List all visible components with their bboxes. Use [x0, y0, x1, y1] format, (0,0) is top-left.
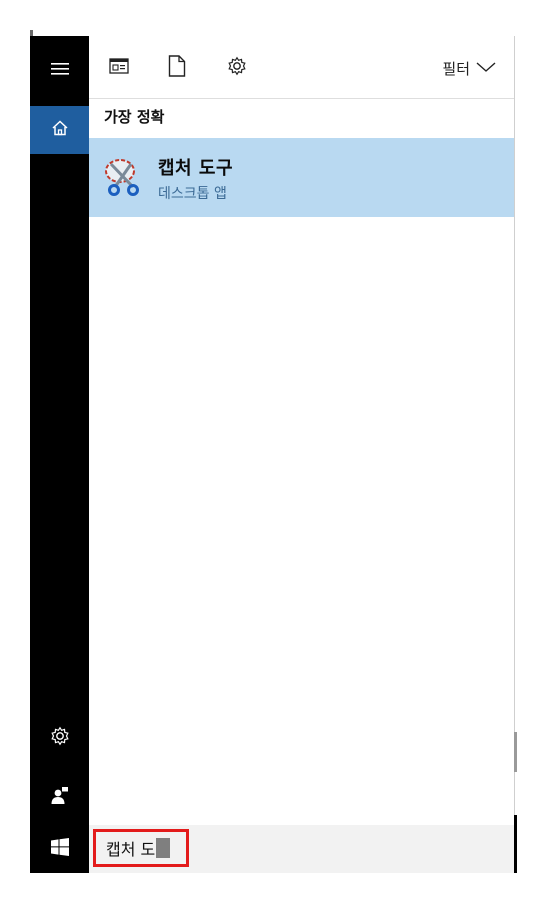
toolbar: 필터	[89, 36, 514, 99]
result-item-snipping-tool[interactable]: 캡처 도구 데스크톱 앱	[89, 138, 514, 217]
start-search-window: 필터 가장 정확 캡처 도구 데스크톱 앱 캡처 도	[0, 0, 547, 903]
search-query-text: 캡처 도	[106, 840, 156, 859]
chevron-down-icon	[476, 59, 496, 77]
snipping-tool-icon	[103, 155, 143, 199]
text-cursor	[156, 838, 171, 858]
result-subtitle: 데스크톱 앱	[158, 186, 227, 202]
news-icon	[109, 58, 129, 78]
windows-start-icon	[50, 838, 69, 860]
filter-dropdown[interactable]: 필터	[442, 56, 496, 80]
document-icon	[168, 55, 186, 81]
best-match-heading: 가장 정확	[104, 108, 165, 126]
result-title: 캡처 도구	[158, 158, 234, 179]
filter-label: 필터	[442, 59, 470, 78]
search-results-panel: 필터 가장 정확 캡처 도구 데스크톱 앱 캡처 도	[89, 36, 514, 873]
settings-filter-button[interactable]	[225, 56, 249, 80]
documents-button[interactable]	[165, 55, 189, 81]
background-edge	[514, 732, 517, 772]
hamburger-menu-icon	[50, 61, 69, 80]
user-account-button[interactable]	[30, 773, 89, 821]
settings-button[interactable]	[30, 714, 89, 762]
home-icon	[51, 119, 69, 141]
left-rail	[30, 36, 89, 873]
home-button[interactable]	[30, 106, 89, 154]
hamburger-menu-button[interactable]	[30, 46, 89, 94]
settings-icon	[50, 726, 70, 750]
news-button[interactable]	[107, 56, 131, 80]
search-bar[interactable]: 캡처 도	[89, 825, 514, 873]
start-button[interactable]	[30, 825, 89, 873]
search-input[interactable]: 캡처 도	[93, 829, 189, 867]
user-icon	[50, 785, 70, 809]
settings-icon	[227, 56, 247, 80]
background-edge	[514, 815, 517, 873]
